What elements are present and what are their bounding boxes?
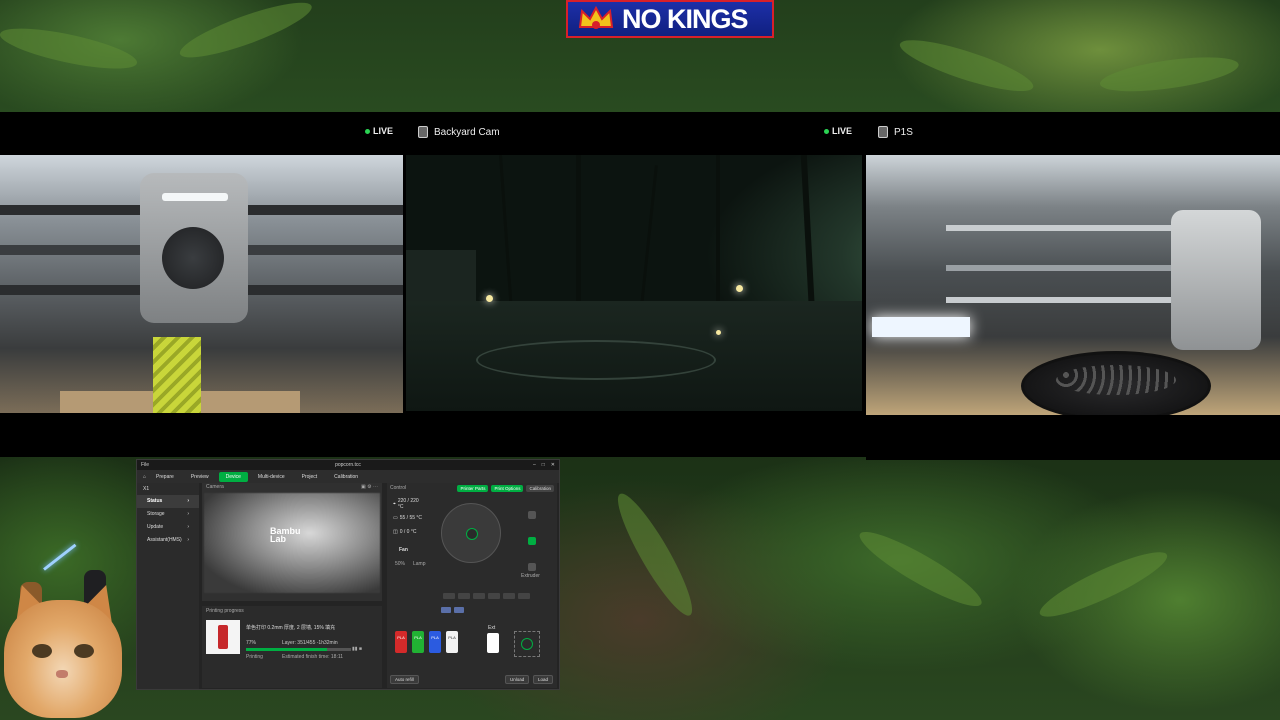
tab-preview[interactable]: Preview xyxy=(184,472,216,482)
nozzle-temp[interactable]: ⌖ 220 / 220 °C xyxy=(393,497,425,511)
ams-spools: PLA PLA PLA PLA xyxy=(395,631,458,653)
print-job-panel: Printing progress 单色打印 0.2mm 厚度, 2 层墙, 1… xyxy=(202,606,382,688)
backyard-camera-feed xyxy=(406,155,862,411)
home-icon[interactable]: ⌂ xyxy=(143,474,146,480)
control-panel: Control Printer Parts Print Options Cali… xyxy=(387,483,557,688)
device-sidebar: X1 Status › Storage › Update › Assistant(HM… xyxy=(137,483,199,689)
printed-object xyxy=(153,337,201,413)
jog-buttons xyxy=(443,593,530,599)
p1s-camera-feed xyxy=(866,155,1280,415)
sidebar-item-assistant[interactable]: Assistant(HMS) › xyxy=(137,534,199,547)
extruder-label: Extruder xyxy=(521,573,540,579)
live-dot-icon xyxy=(823,128,829,134)
camera-panel-3: P1S xyxy=(866,112,1280,460)
live-dot-icon xyxy=(364,128,370,134)
tab-calibration[interactable]: Calibration xyxy=(327,472,365,482)
title-bar: File popcorn.tcc – □ ✕ xyxy=(137,460,559,470)
kitten-overlay xyxy=(0,578,134,720)
camera-panel-2: Backyard Cam LIVE xyxy=(406,112,862,457)
calibration-button[interactable]: Calibration xyxy=(526,484,554,492)
tab-prepare[interactable]: Prepare xyxy=(149,472,181,482)
progress-percent: 77% xyxy=(246,640,257,646)
maximize-icon[interactable]: □ xyxy=(542,462,545,468)
control-label: Control xyxy=(390,485,407,491)
fan-value[interactable]: 50% xyxy=(395,561,405,567)
live-indicator: LIVE xyxy=(364,126,393,136)
remaining-time: Estimated finish time: 18:11 xyxy=(282,654,344,660)
device-selector[interactable]: X1 xyxy=(137,483,199,495)
auto-refill-button[interactable]: Auto refill xyxy=(390,675,419,684)
external-spool[interactable] xyxy=(487,633,499,653)
ams-spool[interactable]: PLA xyxy=(412,631,424,653)
tab-project[interactable]: Project xyxy=(295,472,325,482)
printing-progress-label: Printing progress xyxy=(206,608,244,614)
close-icon[interactable]: ✕ xyxy=(551,462,555,468)
down-arrow-icon[interactable] xyxy=(528,563,536,571)
camera-header: Camera xyxy=(206,484,224,490)
ams-spool[interactable]: PLA xyxy=(429,631,441,653)
chamber-icon: ◫ xyxy=(393,529,398,535)
job-thumbnail xyxy=(206,620,240,654)
job-title: 单色打印 0.2mm 厚度, 2 层墙, 15% 填充 xyxy=(246,625,336,631)
banner-text: NO KINGS xyxy=(622,3,749,34)
print-options-button[interactable]: Print Options xyxy=(491,484,524,492)
ext-label: Ext xyxy=(488,625,496,631)
temperature-list: ⌖ 220 / 220 °C ▭ 55 / 55 °C ◫ 0 / 0 °C xyxy=(393,497,425,539)
minimize-icon[interactable]: – xyxy=(533,462,536,468)
printer-camera-feed xyxy=(0,155,403,413)
ams-selectors[interactable] xyxy=(441,607,464,613)
device-camera-panel: Camera ▣ ⚙ ⋯ Bambu Lab xyxy=(202,483,382,601)
main-tabs: ⌂ Prepare Preview Device Multi-device Pr… xyxy=(137,470,559,483)
camera-tools-icon[interactable]: ▣ ⚙ ⋯ xyxy=(361,484,378,491)
window-title: popcorn.tcc xyxy=(335,462,361,468)
extruder-control[interactable] xyxy=(526,511,538,571)
device-camera-view xyxy=(204,493,380,593)
crown-icon xyxy=(576,5,616,33)
bed-temp[interactable]: ▭ 55 / 55 °C xyxy=(393,511,425,525)
load-button[interactable]: Load xyxy=(533,675,554,684)
camera-title: P1S xyxy=(894,126,913,138)
bambu-lab-logo: Bambu Lab xyxy=(270,526,301,544)
fan-label: Fan xyxy=(399,547,408,553)
camera-icon xyxy=(878,126,888,138)
up-arrow-icon[interactable] xyxy=(528,511,536,519)
unload-button[interactable]: Unload xyxy=(505,675,530,684)
extruder-icon xyxy=(528,537,536,545)
camera-panel-1: LIVE xyxy=(0,112,403,457)
tab-multi-device[interactable]: Multi-device xyxy=(251,472,292,482)
bed-icon: ▭ xyxy=(393,515,398,521)
axis-joystick[interactable] xyxy=(441,503,501,563)
layer-info: Layer: 351/455 -1h32min xyxy=(282,640,338,646)
live-indicator: LIVE xyxy=(823,126,852,136)
ams-spool[interactable]: PLA xyxy=(446,631,458,653)
tab-device[interactable]: Device xyxy=(218,471,248,482)
chamber-temp[interactable]: ◫ 0 / 0 °C xyxy=(393,525,425,539)
nozzle-icon: ⌖ xyxy=(393,501,396,507)
progress-bar xyxy=(246,648,351,651)
print-status: Printing xyxy=(246,654,263,660)
sidebar-item-storage[interactable]: Storage › xyxy=(137,508,199,521)
ams-3d-view xyxy=(514,631,540,657)
home-axis-icon[interactable] xyxy=(466,528,478,540)
camera-title: Backyard Cam xyxy=(434,126,500,138)
camera-icon xyxy=(418,126,428,138)
pause-stop-icons[interactable]: ▮▮ ■ xyxy=(352,646,362,652)
lamp-toggle[interactable]: Lamp xyxy=(413,561,426,567)
bambu-studio-window: File popcorn.tcc – □ ✕ ⌂ Prepare Preview D… xyxy=(136,459,560,690)
no-kings-banner: NO KINGS xyxy=(566,0,774,38)
ams-spool[interactable]: PLA xyxy=(395,631,407,653)
sidebar-item-update[interactable]: Update › xyxy=(137,521,199,534)
sidebar-item-status[interactable]: Status › xyxy=(137,495,199,508)
printer-parts-button[interactable]: Printer Parts xyxy=(457,484,489,492)
